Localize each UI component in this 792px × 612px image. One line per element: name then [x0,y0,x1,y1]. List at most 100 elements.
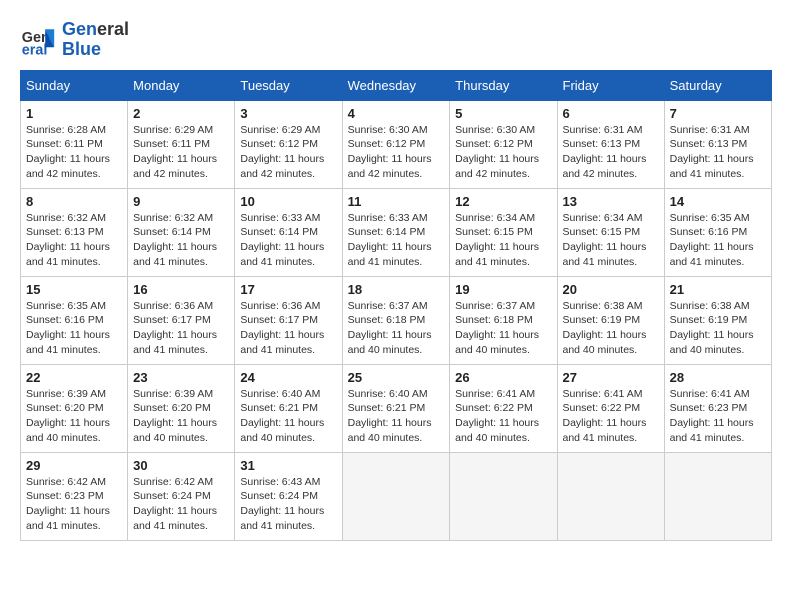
calendar-cell: 26 Sunrise: 6:41 AM Sunset: 6:22 PM Dayli… [450,364,557,452]
calendar-cell: 16Sunrise: 6:36 AM Sunset: 6:17 PM Dayli… [128,276,235,364]
calendar-cell: 30Sunrise: 6:42 AM Sunset: 6:24 PM Dayli… [128,452,235,540]
weekday-header-thursday: Thursday [450,70,557,100]
calendar-cell [664,452,771,540]
day-info: Sunrise: 6:33 AM Sunset: 6:14 PM Dayligh… [348,211,445,270]
day-number: 28 [670,370,766,385]
calendar-header-row: SundayMondayTuesdayWednesdayThursdayFrid… [21,70,772,100]
day-number: 2 [133,106,229,121]
day-number: 18 [348,282,445,297]
day-info: Sunrise: 6:35 AM Sunset: 6:16 PM Dayligh… [670,211,766,270]
calendar-week-1: 1 Sunrise: 6:28 AM Sunset: 6:11 PM Daylig… [21,100,772,188]
logo-text: General Blue [62,20,129,60]
day-info: Sunrise: 6:41 AM Sunset: 6:22 PM Dayligh… [455,387,551,446]
day-number: 25 [348,370,445,385]
weekday-header-tuesday: Tuesday [235,70,342,100]
calendar-cell: 22 Sunrise: 6:39 AM Sunset: 6:20 PM Dayli… [21,364,128,452]
calendar-week-5: 29 Sunrise: 6:42 AM Sunset: 6:23 PM Dayli… [21,452,772,540]
day-number: 6 [563,106,659,121]
day-number: 22 [26,370,122,385]
day-number: 14 [670,194,766,209]
day-number: 17 [240,282,336,297]
day-number: 5 [455,106,551,121]
calendar-cell: 19 Sunrise: 6:37 AM Sunset: 6:18 PM Dayli… [450,276,557,364]
calendar-table: SundayMondayTuesdayWednesdayThursdayFrid… [20,70,772,541]
day-info: Sunrise: 6:31 AM Sunset: 6:13 PM Dayligh… [563,123,659,182]
day-number: 10 [240,194,336,209]
day-number: 7 [670,106,766,121]
day-info: Sunrise: 6:37 AM Sunset: 6:18 PM Dayligh… [455,299,551,358]
day-number: 23 [133,370,229,385]
day-info: Sunrise: 6:38 AM Sunset: 6:19 PM Dayligh… [563,299,659,358]
calendar-cell: 10 Sunrise: 6:33 AM Sunset: 6:14 PM Dayli… [235,188,342,276]
day-number: 26 [455,370,551,385]
day-number: 1 [26,106,122,121]
day-info: Sunrise: 6:35 AM Sunset: 6:16 PM Dayligh… [26,299,122,358]
calendar-cell: 3Sunrise: 6:29 AM Sunset: 6:12 PM Daylig… [235,100,342,188]
day-number: 29 [26,458,122,473]
logo-icon: Gen eral [20,22,56,58]
day-number: 11 [348,194,445,209]
day-info: Sunrise: 6:30 AM Sunset: 6:12 PM Dayligh… [455,123,551,182]
calendar-cell: 17 Sunrise: 6:36 AM Sunset: 6:17 PM Dayli… [235,276,342,364]
day-number: 4 [348,106,445,121]
calendar-cell: 9 Sunrise: 6:32 AM Sunset: 6:14 PM Daylig… [128,188,235,276]
calendar-cell: 1 Sunrise: 6:28 AM Sunset: 6:11 PM Daylig… [21,100,128,188]
day-number: 12 [455,194,551,209]
day-info: Sunrise: 6:29 AM Sunset: 6:11 PM Dayligh… [133,123,229,182]
calendar-cell: 28 Sunrise: 6:41 AM Sunset: 6:23 PM Dayli… [664,364,771,452]
day-info: Sunrise: 6:40 AM Sunset: 6:21 PM Dayligh… [240,387,336,446]
day-info: Sunrise: 6:32 AM Sunset: 6:14 PM Dayligh… [133,211,229,270]
day-number: 19 [455,282,551,297]
calendar-cell: 15Sunrise: 6:35 AM Sunset: 6:16 PM Dayli… [21,276,128,364]
calendar-cell [342,452,450,540]
day-number: 27 [563,370,659,385]
logo: Gen eral General Blue [20,20,129,60]
day-number: 16 [133,282,229,297]
day-info: Sunrise: 6:41 AM Sunset: 6:23 PM Dayligh… [670,387,766,446]
day-info: Sunrise: 6:41 AM Sunset: 6:22 PM Dayligh… [563,387,659,446]
day-info: Sunrise: 6:33 AM Sunset: 6:14 PM Dayligh… [240,211,336,270]
day-info: Sunrise: 6:30 AM Sunset: 6:12 PM Dayligh… [348,123,445,182]
weekday-header-saturday: Saturday [664,70,771,100]
day-info: Sunrise: 6:43 AM Sunset: 6:24 PM Dayligh… [240,475,336,534]
calendar-cell [450,452,557,540]
day-info: Sunrise: 6:38 AM Sunset: 6:19 PM Dayligh… [670,299,766,358]
day-info: Sunrise: 6:32 AM Sunset: 6:13 PM Dayligh… [26,211,122,270]
day-number: 31 [240,458,336,473]
calendar-cell: 12 Sunrise: 6:34 AM Sunset: 6:15 PM Dayli… [450,188,557,276]
calendar-cell: 20 Sunrise: 6:38 AM Sunset: 6:19 PM Dayli… [557,276,664,364]
calendar-cell [557,452,664,540]
calendar-week-4: 22 Sunrise: 6:39 AM Sunset: 6:20 PM Dayli… [21,364,772,452]
day-number: 3 [240,106,336,121]
day-number: 20 [563,282,659,297]
calendar-cell: 25 Sunrise: 6:40 AM Sunset: 6:21 PM Dayli… [342,364,450,452]
day-number: 8 [26,194,122,209]
calendar-cell: 5 Sunrise: 6:30 AM Sunset: 6:12 PM Daylig… [450,100,557,188]
calendar-cell: 31 Sunrise: 6:43 AM Sunset: 6:24 PM Dayli… [235,452,342,540]
weekday-header-sunday: Sunday [21,70,128,100]
calendar-cell: 24Sunrise: 6:40 AM Sunset: 6:21 PM Dayli… [235,364,342,452]
calendar-cell: 29 Sunrise: 6:42 AM Sunset: 6:23 PM Dayli… [21,452,128,540]
day-info: Sunrise: 6:31 AM Sunset: 6:13 PM Dayligh… [670,123,766,182]
calendar-cell: 21Sunrise: 6:38 AM Sunset: 6:19 PM Dayli… [664,276,771,364]
day-number: 30 [133,458,229,473]
day-info: Sunrise: 6:36 AM Sunset: 6:17 PM Dayligh… [240,299,336,358]
day-info: Sunrise: 6:28 AM Sunset: 6:11 PM Dayligh… [26,123,122,182]
day-info: Sunrise: 6:40 AM Sunset: 6:21 PM Dayligh… [348,387,445,446]
day-info: Sunrise: 6:39 AM Sunset: 6:20 PM Dayligh… [26,387,122,446]
calendar-cell: 14 Sunrise: 6:35 AM Sunset: 6:16 PM Dayli… [664,188,771,276]
weekday-header-monday: Monday [128,70,235,100]
svg-text:eral: eral [22,42,48,58]
page-header: Gen eral General Blue [20,20,772,60]
calendar-cell: 4 Sunrise: 6:30 AM Sunset: 6:12 PM Daylig… [342,100,450,188]
calendar-body: 1 Sunrise: 6:28 AM Sunset: 6:11 PM Daylig… [21,100,772,540]
day-info: Sunrise: 6:42 AM Sunset: 6:23 PM Dayligh… [26,475,122,534]
day-number: 9 [133,194,229,209]
day-info: Sunrise: 6:34 AM Sunset: 6:15 PM Dayligh… [455,211,551,270]
weekday-header-wednesday: Wednesday [342,70,450,100]
day-number: 13 [563,194,659,209]
calendar-cell: 8 Sunrise: 6:32 AM Sunset: 6:13 PM Daylig… [21,188,128,276]
day-info: Sunrise: 6:34 AM Sunset: 6:15 PM Dayligh… [563,211,659,270]
calendar-cell: 13 Sunrise: 6:34 AM Sunset: 6:15 PM Dayli… [557,188,664,276]
calendar-cell: 7 Sunrise: 6:31 AM Sunset: 6:13 PM Daylig… [664,100,771,188]
